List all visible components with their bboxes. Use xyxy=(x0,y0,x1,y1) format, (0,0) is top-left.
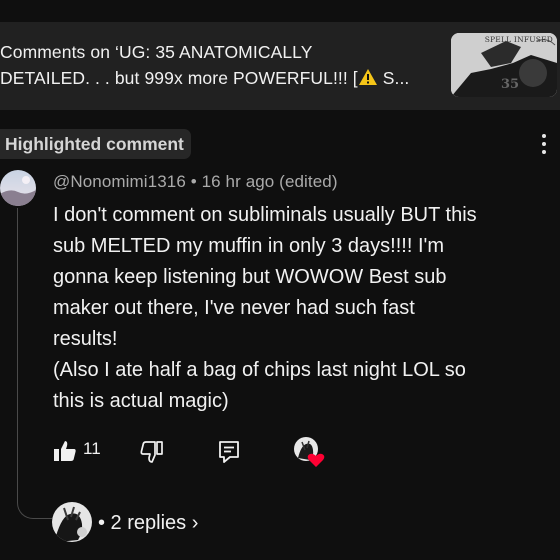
thread-connector xyxy=(17,476,52,519)
comment-actions: 11 xyxy=(53,436,353,467)
video-title: Comments on ‘UG: 35 ANATOMICALLY DETAILE… xyxy=(0,39,440,91)
more-vert-icon[interactable] xyxy=(538,134,550,160)
video-header[interactable]: Comments on ‘UG: 35 ANATOMICALLY DETAILE… xyxy=(0,22,560,110)
reply-avatar-image xyxy=(52,502,92,542)
avatar-image xyxy=(0,170,36,206)
comment-meta: @Nonomimi1316 • 16 hr ago (edited) xyxy=(53,172,338,192)
highlighted-comment-badge: Highlighted comment xyxy=(0,129,191,159)
creator-heart-icon xyxy=(294,437,325,467)
reply-icon[interactable] xyxy=(218,440,240,464)
warning-icon xyxy=(358,69,377,85)
like-count: 11 xyxy=(83,439,101,458)
thumbs-up-icon[interactable] xyxy=(53,440,77,462)
avatar[interactable] xyxy=(0,170,36,206)
comment-text: I don't comment on subliminals usually B… xyxy=(53,204,477,412)
meta-separator: • xyxy=(190,172,197,191)
video-title-end: S... xyxy=(377,68,410,88)
thumbnail-text: SPELL INFUSED xyxy=(484,35,553,44)
video-title-text: Comments on ‘UG: 35 ANATOMICALLY DETAILE… xyxy=(0,42,358,88)
comment-author[interactable]: @Nonomimi1316 xyxy=(53,172,186,191)
thumbs-down-icon[interactable] xyxy=(140,441,164,463)
thread-line xyxy=(17,208,18,498)
comment-time: 16 hr ago (edited) xyxy=(201,172,338,191)
top-bar xyxy=(0,0,560,22)
video-thumbnail[interactable]: SPELL INFUSED 35 xyxy=(451,33,557,97)
thumbnail-number: 35 xyxy=(501,77,520,92)
reply-avatar xyxy=(52,502,92,542)
replies-link[interactable]: • 2 replies › xyxy=(98,512,198,535)
